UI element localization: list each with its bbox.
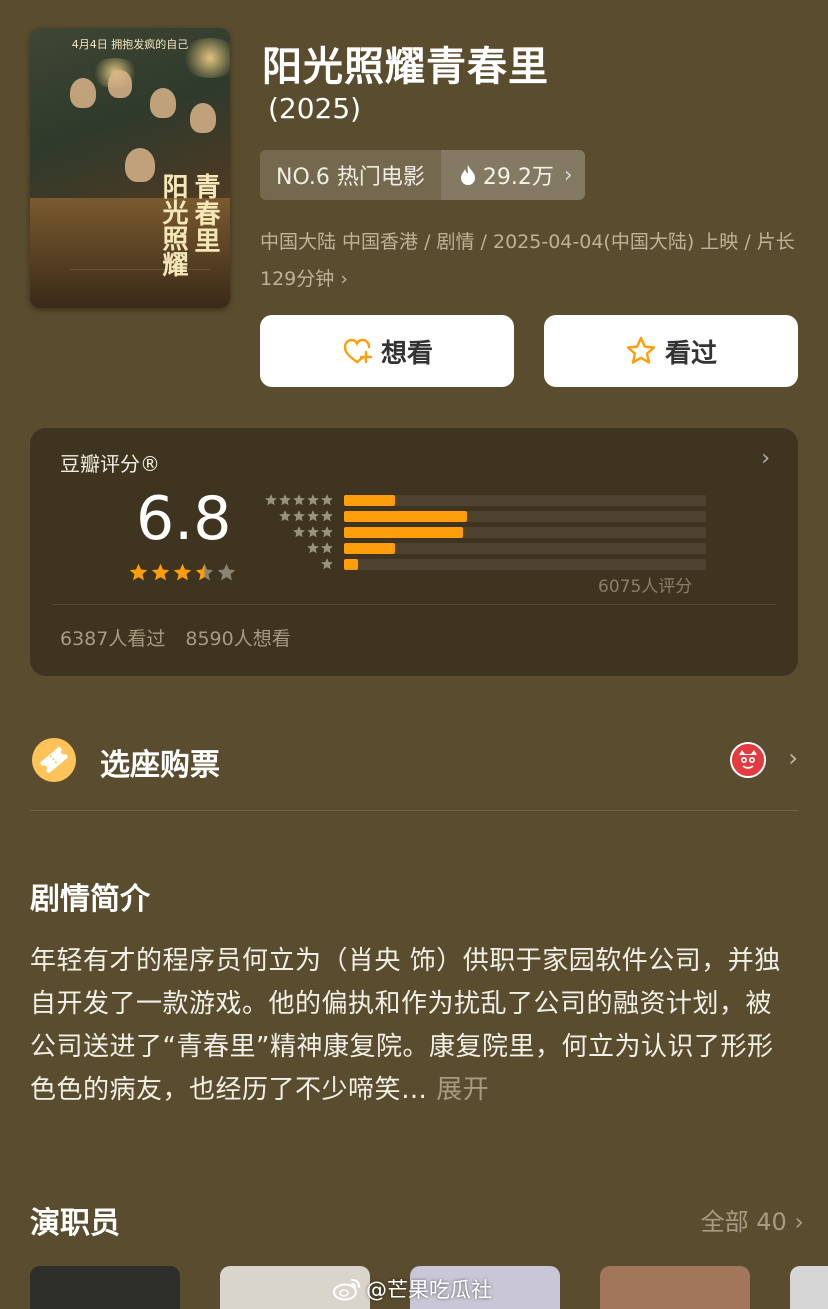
weibo-icon [333,1279,360,1301]
watermark: @芒果吃瓜社 [332,1274,492,1304]
cast-card[interactable] [790,1266,828,1309]
movie-title: 阳光照耀青春里 [262,44,549,90]
watch-stats: 6387人看过 8590人想看 [60,624,291,651]
ticket-icon [32,738,76,782]
expand-link[interactable]: 展开 [436,1075,489,1105]
watermark-text: @芒果吃瓜社 [366,1278,492,1302]
poster-figure [125,148,155,182]
distribution-row [254,524,714,540]
distribution-bar-track [344,494,706,506]
poster-title-left: 阳光照耀 [158,173,188,277]
star-icon [129,563,148,581]
poster-figure [150,88,176,118]
distribution-bar-fill [344,526,464,538]
star-icon [321,542,333,554]
flame-icon [460,165,475,185]
distribution-bar-track [344,510,706,522]
buy-ticket-label: 选座购票 [100,748,220,783]
chevron-right-icon: › [563,162,573,188]
douban-rating-card[interactable]: 豆瓣评分® › 6.8 6075人评分 6387人看过 8590人想看 [30,428,798,676]
poster-title-right: 青春里 [190,173,220,254]
want-label: 想看 [380,338,433,369]
movie-year: (2025) [268,92,362,125]
poster-figure [190,103,216,133]
poster-credits [70,269,210,298]
distribution-row [254,508,714,524]
star-icon [307,526,319,538]
star-icon [321,526,333,538]
star-icon [173,563,192,581]
distribution-row [254,556,714,572]
movie-detail-page: 4月4日 拥抱发疯的自己 青春里 阳光照耀 阳光照耀青春里 (2025) NO.… [0,0,828,1309]
star-icon [293,510,305,522]
want-to-watch-button[interactable]: 想看 [260,315,514,387]
watched-count: 6387人看过 [60,628,166,650]
wish-count: 8590人想看 [185,628,291,650]
row-stars [254,509,334,523]
chevron-right-icon: › [340,268,348,290]
poster-figure [70,78,96,108]
poster-lamp [180,38,230,78]
movie-poster[interactable]: 4月4日 拥抱发疯的自己 青春里 阳光照耀 [30,28,230,308]
rating-distribution [254,492,714,572]
star-icon [151,563,170,581]
row-stars [254,493,334,507]
heat-box[interactable]: 29.2万 › [440,150,585,200]
rank-badge[interactable]: NO.6 热门电影 29.2万 › [260,150,585,200]
synopsis-text-block[interactable]: 年轻有才的程序员何立为（肖央 饰）供职于家园软件公司，并独自开发了一款游戏。他的… [30,940,798,1112]
watched-button[interactable]: 看过 [544,315,798,387]
cast-all-link[interactable]: 全部 40 › [701,1202,804,1237]
average-stars [128,562,237,583]
distribution-bar-track [344,558,706,570]
cast-title: 演职员 [30,1206,120,1241]
distribution-row [254,540,714,556]
distribution-bar-track [344,526,706,538]
star-icon [195,563,214,581]
star-icon [321,558,333,570]
star-icon [293,494,305,506]
distribution-row [254,492,714,508]
star-icon [307,542,319,554]
star-icon [321,494,333,506]
star-icon [307,494,319,506]
distribution-bar-fill [344,510,468,522]
heat-value: 29.2万 [482,165,554,190]
poster-figure [108,70,132,98]
rating-count: 6075人评分 [598,577,693,597]
cast-card[interactable] [30,1266,180,1309]
movie-meta[interactable]: 中国大陆 中国香港 / 剧情 / 2025-04-04(中国大陆) 上映 / 片… [260,224,800,298]
star-icon [279,510,291,522]
chevron-right-icon: › [761,446,770,471]
synopsis-title: 剧情简介 [30,882,150,917]
star-icon [265,494,277,506]
chevron-right-icon: › [794,1208,804,1236]
star-icon [321,510,333,522]
buy-ticket-row[interactable]: 选座购票 › [30,736,798,784]
synopsis-text: 年轻有才的程序员何立为（肖央 饰）供职于家园软件公司，并独自开发了一款游戏。他的… [30,946,781,1105]
distribution-bar-track [344,542,706,554]
chevron-right-icon: › [788,744,798,772]
star-outline-icon [626,336,656,364]
row-stars [254,541,334,555]
maoyan-cat-icon [730,742,766,778]
row-stars [254,525,334,539]
seen-label: 看过 [664,338,717,369]
heart-plus-icon [343,338,373,364]
star-icon [293,526,305,538]
star-icon [307,510,319,522]
cast-card[interactable] [600,1266,750,1309]
star-icon [217,563,236,581]
cast-all-label: 全部 40 [700,1208,787,1236]
distribution-bar-fill [344,494,395,506]
divider [30,810,798,811]
star-icon [279,494,291,506]
rating-label: 豆瓣评分® [60,452,160,476]
distribution-bar-fill [344,542,395,554]
divider [52,604,776,605]
distribution-bar-fill [344,558,359,570]
rank-label: NO.6 热门电影 [260,150,441,200]
rating-score: 6.8 [136,484,232,554]
row-stars [254,557,334,571]
